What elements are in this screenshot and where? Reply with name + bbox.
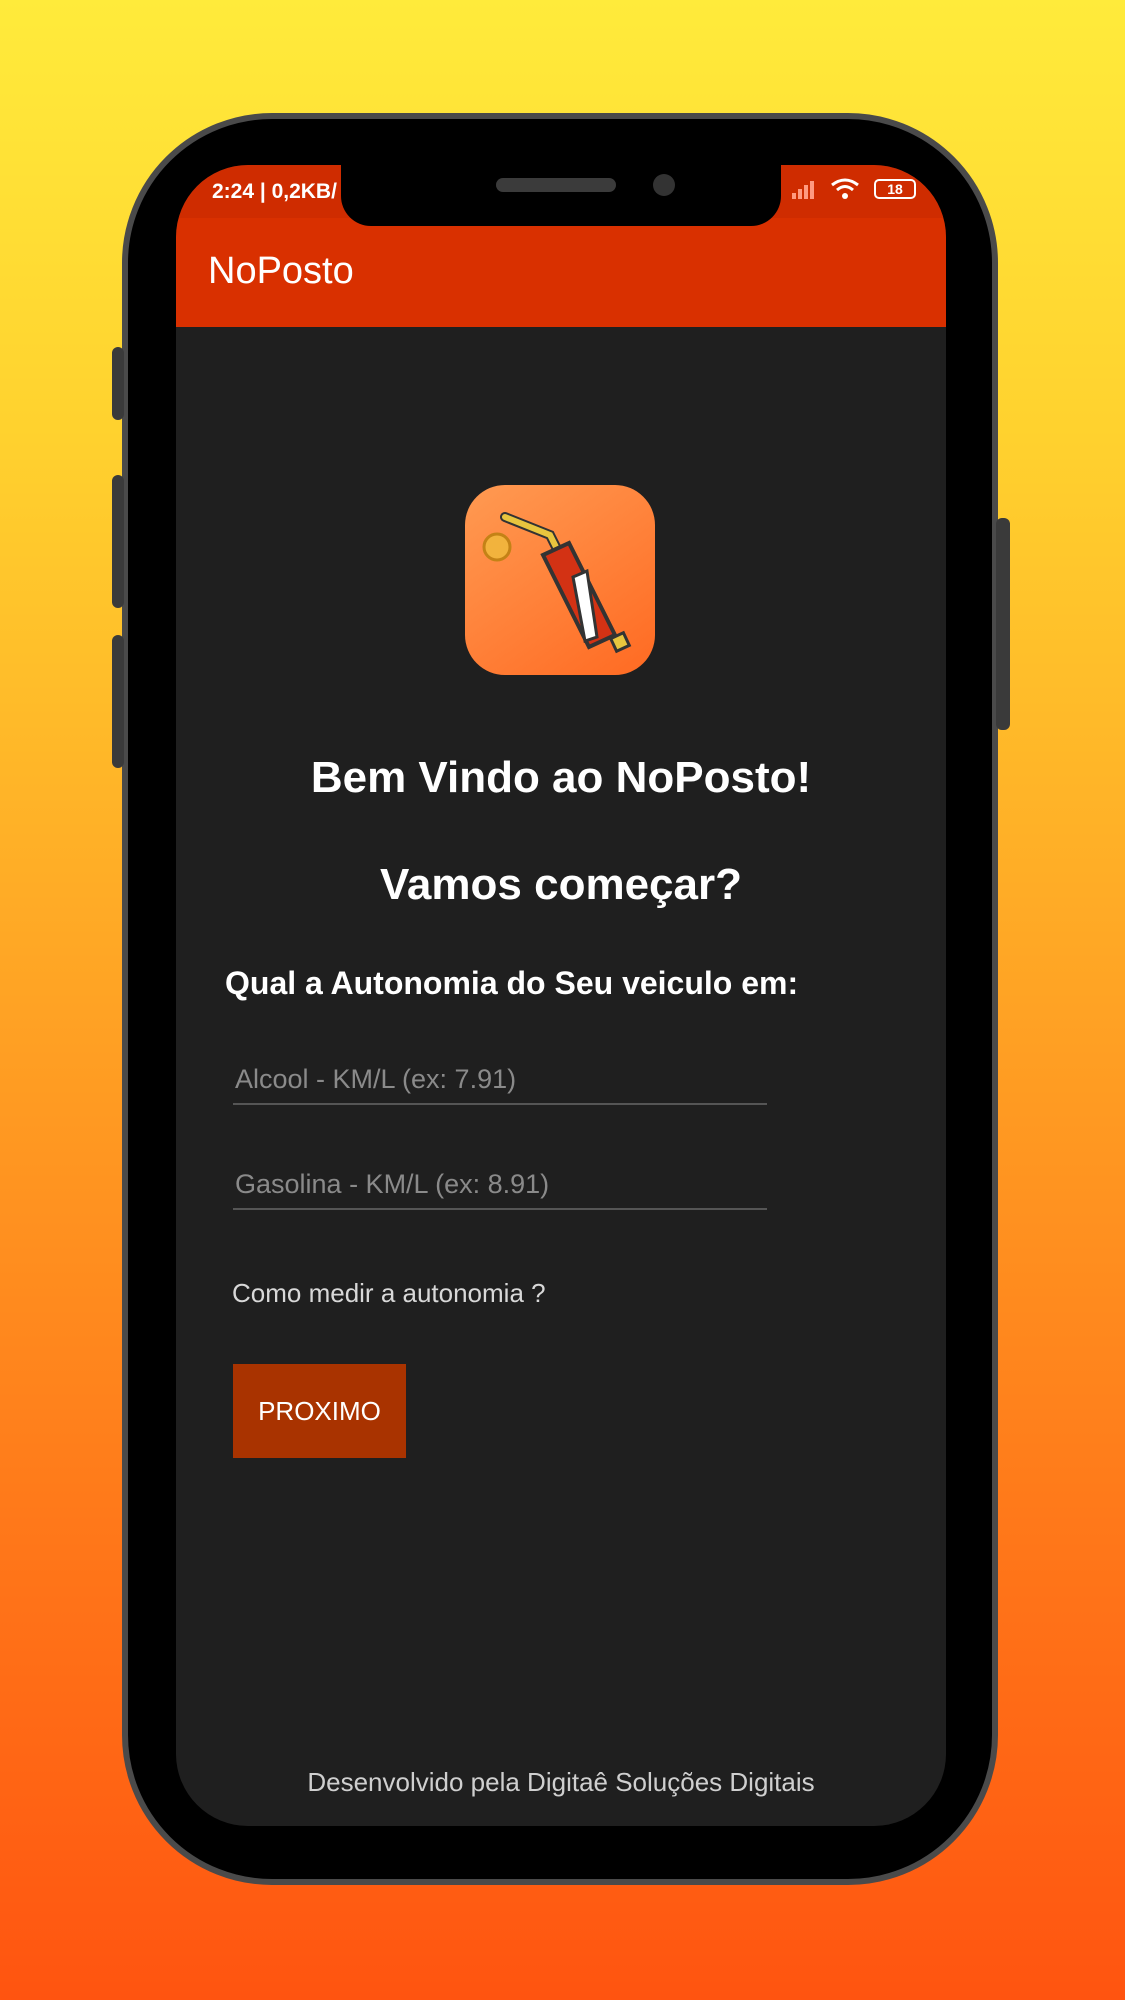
status-time: 2:24 | 0,2KB/ [212, 180, 337, 203]
fuel-pump-icon [482, 512, 632, 654]
speaker [496, 178, 616, 192]
gasolina-input[interactable] [233, 1160, 767, 1210]
phone-notch [341, 163, 781, 226]
developer-credit: Desenvolvido pela Digitaê Soluções Digit… [307, 1767, 815, 1797]
start-heading: Vamos começar? [380, 860, 742, 909]
screen: 2:24 | 0,2KB/ 18 NoPosto Bem Vindo ao No… [176, 165, 946, 1826]
side-button-right [996, 518, 1010, 730]
how-to-measure-link[interactable]: Como medir a autonomia ? [232, 1278, 546, 1309]
welcome-heading: Bem Vindo ao NoPosto! [310, 753, 812, 802]
status-icons: 18 [790, 177, 916, 201]
next-button[interactable]: PROXIMO [233, 1364, 406, 1458]
battery-icon: 18 [874, 179, 916, 199]
app-logo [465, 485, 655, 675]
side-button-left-3 [112, 635, 124, 768]
app-title: NoPosto [208, 250, 354, 292]
side-button-left-1 [112, 347, 124, 420]
autonomy-question: Qual a Autonomia do Seu veiculo em: [225, 965, 799, 1001]
side-button-left-2 [112, 475, 124, 608]
wifi-icon [831, 178, 859, 199]
signal-icon [792, 181, 814, 199]
battery-level: 18 [887, 181, 903, 197]
alcool-input[interactable] [233, 1055, 767, 1105]
front-camera [653, 174, 675, 196]
app-bar: NoPosto [176, 218, 946, 327]
coin-icon [482, 532, 512, 562]
